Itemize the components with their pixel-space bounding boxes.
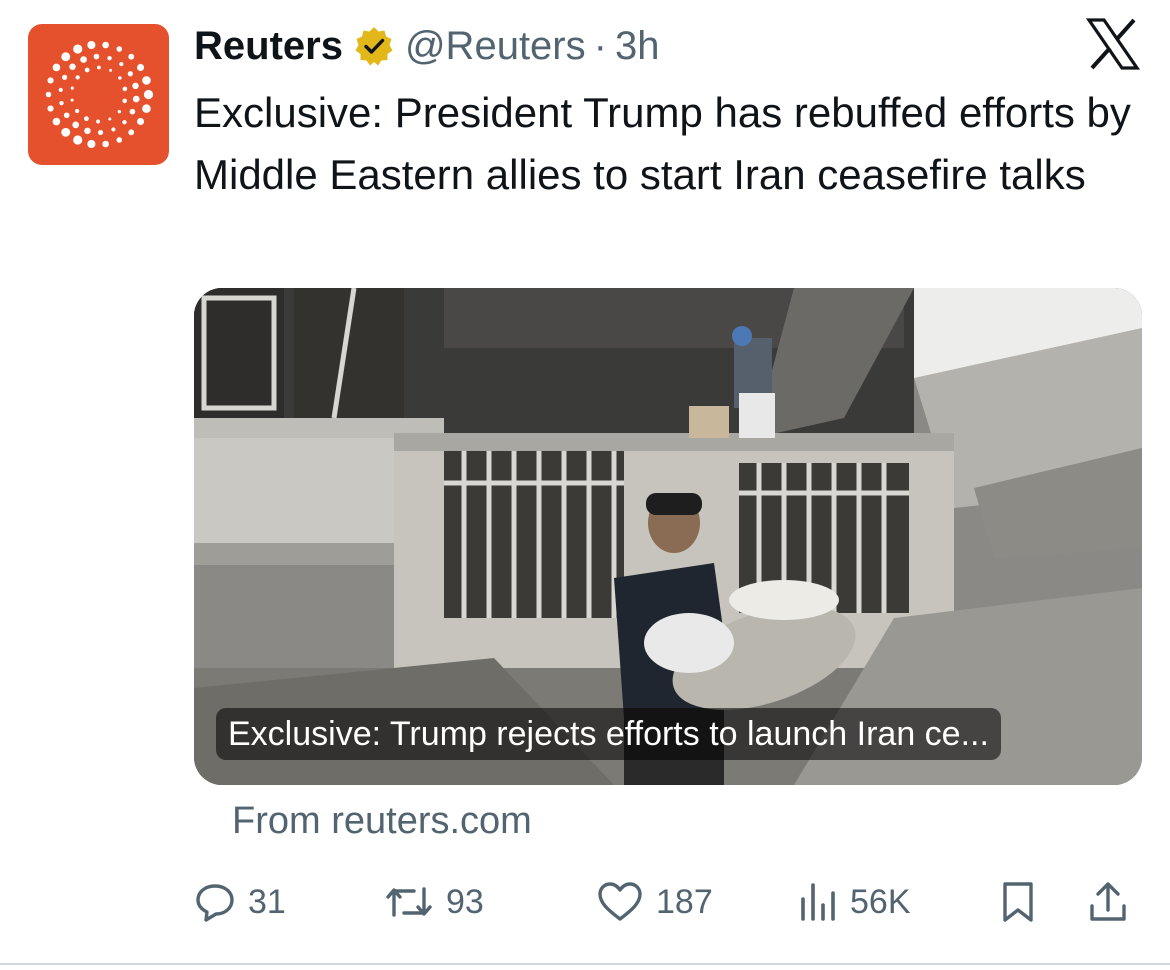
tweet-text: Exclusive: President Trump has rebuffed … bbox=[194, 89, 1131, 198]
logo-dot bbox=[122, 86, 128, 92]
logo-dot bbox=[132, 95, 140, 103]
repost-count: 93 bbox=[446, 882, 484, 921]
logo-dot bbox=[143, 89, 154, 100]
logo-dot bbox=[97, 129, 104, 136]
logo-dot bbox=[122, 98, 128, 104]
share-icon bbox=[1090, 882, 1126, 921]
logo-dot bbox=[137, 117, 145, 126]
logo-dot bbox=[84, 127, 91, 135]
share-button[interactable] bbox=[1086, 872, 1130, 932]
logo-dot bbox=[61, 127, 71, 137]
logo-dot bbox=[111, 127, 116, 132]
logo-dot bbox=[84, 116, 89, 122]
logo-dot bbox=[117, 109, 122, 114]
logo-dot bbox=[47, 105, 54, 112]
logo-dot bbox=[129, 108, 136, 115]
like-button[interactable]: 187 bbox=[596, 872, 713, 932]
timestamp[interactable]: 3h bbox=[615, 24, 660, 69]
logo-dot bbox=[108, 117, 112, 121]
logo-dot bbox=[97, 65, 101, 70]
logo-dot bbox=[116, 137, 123, 143]
bookmark-icon bbox=[1003, 882, 1033, 922]
logo-dot bbox=[69, 63, 76, 71]
logo-dot bbox=[128, 53, 135, 60]
x-logo-icon bbox=[1086, 18, 1140, 70]
logo-dot bbox=[59, 100, 64, 106]
logo-dot bbox=[47, 77, 54, 84]
logo-dot bbox=[72, 121, 80, 129]
logo-dot bbox=[127, 71, 133, 77]
logo-dot bbox=[102, 140, 109, 148]
logo-dot bbox=[63, 112, 70, 119]
views-count: 56K bbox=[850, 882, 911, 921]
logo-dot bbox=[52, 63, 61, 72]
logo-dot bbox=[132, 82, 139, 90]
logo-dot bbox=[70, 86, 74, 90]
author-handle[interactable]: @Reuters bbox=[405, 24, 586, 69]
logo-dot bbox=[75, 75, 80, 80]
logo-dot bbox=[75, 108, 80, 114]
heart-icon bbox=[598, 882, 642, 921]
like-count: 187 bbox=[656, 882, 713, 921]
author-name[interactable]: Reuters bbox=[194, 24, 343, 69]
logo-dot bbox=[96, 119, 101, 124]
logo-dot bbox=[84, 67, 90, 73]
logo-dot bbox=[80, 56, 87, 63]
logo-dot bbox=[61, 52, 71, 62]
views-button[interactable]: 56K bbox=[798, 872, 911, 932]
views-icon bbox=[801, 883, 835, 921]
logo-dot bbox=[109, 68, 113, 72]
logo-dot bbox=[102, 41, 109, 49]
reply-count: 31 bbox=[248, 882, 286, 921]
card-source[interactable]: From reuters.com bbox=[232, 800, 532, 843]
logo-dot bbox=[73, 44, 83, 54]
reply-button[interactable]: 31 bbox=[194, 872, 286, 932]
reuters-avatar[interactable] bbox=[28, 24, 169, 165]
action-bar: 31 93 187 56K bbox=[194, 872, 1144, 932]
verified-badge-icon bbox=[353, 25, 395, 67]
logo-dot bbox=[119, 62, 124, 67]
logo-dot bbox=[118, 76, 122, 80]
logo-dot bbox=[137, 63, 145, 72]
link-card[interactable]: Exclusive: Trump rejects efforts to laun… bbox=[194, 288, 1142, 785]
logo-dot bbox=[116, 46, 123, 52]
logo-dot bbox=[52, 117, 61, 126]
reuters-logo bbox=[45, 40, 154, 149]
logo-dot bbox=[61, 74, 68, 80]
logo-dot bbox=[45, 91, 52, 98]
logo-dot bbox=[128, 129, 135, 136]
card-title: Exclusive: Trump rejects efforts to laun… bbox=[216, 708, 1001, 760]
bookmark-button[interactable] bbox=[998, 872, 1038, 932]
logo-dot bbox=[70, 98, 74, 102]
separator-dot: · bbox=[593, 23, 607, 68]
repost-button[interactable]: 93 bbox=[384, 872, 484, 932]
logo-dot bbox=[122, 120, 127, 125]
logo-dot bbox=[107, 55, 112, 61]
logo-dot bbox=[142, 76, 151, 85]
logo-dot bbox=[87, 40, 96, 50]
reply-icon bbox=[196, 884, 234, 922]
divider bbox=[0, 963, 1170, 965]
tweet-header: Reuters @Reuters · 3h bbox=[194, 22, 659, 70]
logo-dot bbox=[93, 53, 100, 60]
repost-icon bbox=[386, 887, 432, 917]
logo-dot bbox=[58, 87, 63, 93]
logo-dot bbox=[142, 104, 151, 113]
logo-dot bbox=[73, 135, 83, 145]
logo-dot bbox=[87, 139, 96, 149]
